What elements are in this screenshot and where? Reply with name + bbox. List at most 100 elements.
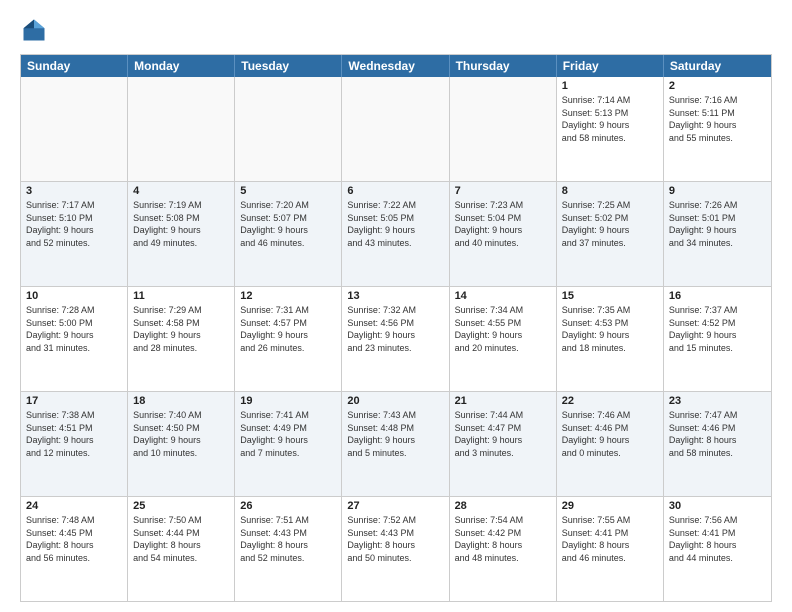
day-number: 11 <box>133 290 229 302</box>
header-day-wednesday: Wednesday <box>342 55 449 77</box>
header-day-monday: Monday <box>128 55 235 77</box>
calendar-cell-3-3: 12 Sunrise: 7:31 AM Sunset: 4:57 PM Dayli… <box>235 287 342 391</box>
day-number: 24 <box>26 500 122 512</box>
day-info: Sunrise: 7:40 AM Sunset: 4:50 PM Dayligh… <box>133 409 229 459</box>
day-number: 7 <box>455 185 551 197</box>
calendar-row-5: 24 Sunrise: 7:48 AM Sunset: 4:45 PM Dayli… <box>21 496 771 601</box>
day-info: Sunrise: 7:50 AM Sunset: 4:44 PM Dayligh… <box>133 514 229 564</box>
header-day-friday: Friday <box>557 55 664 77</box>
header-day-tuesday: Tuesday <box>235 55 342 77</box>
day-number: 14 <box>455 290 551 302</box>
day-number: 4 <box>133 185 229 197</box>
day-number: 30 <box>669 500 766 512</box>
day-info: Sunrise: 7:16 AM Sunset: 5:11 PM Dayligh… <box>669 94 766 144</box>
day-number: 5 <box>240 185 336 197</box>
calendar-cell-1-1 <box>21 77 128 181</box>
calendar-cell-3-4: 13Sunrise: 7:32 AM Sunset: 4:56 PM Dayli… <box>342 287 449 391</box>
day-number: 9 <box>669 185 766 197</box>
day-info: Sunrise: 7:20 AM Sunset: 5:07 PM Dayligh… <box>240 199 336 249</box>
calendar-cell-5-2: 25Sunrise: 7:50 AM Sunset: 4:44 PM Dayli… <box>128 497 235 601</box>
day-info: Sunrise: 7:31 AM Sunset: 4:57 PM Dayligh… <box>240 304 336 354</box>
calendar-row-1: 1 Sunrise: 7:14 AM Sunset: 5:13 PM Daylig… <box>21 77 771 181</box>
day-info: Sunrise: 7:44 AM Sunset: 4:47 PM Dayligh… <box>455 409 551 459</box>
calendar-cell-4-7: 23 Sunrise: 7:47 AM Sunset: 4:46 PM Dayli… <box>664 392 771 496</box>
calendar-cell-1-5 <box>450 77 557 181</box>
calendar-cell-4-5: 21 Sunrise: 7:44 AM Sunset: 4:47 PM Dayli… <box>450 392 557 496</box>
day-info: Sunrise: 7:55 AM Sunset: 4:41 PM Dayligh… <box>562 514 658 564</box>
calendar-cell-5-6: 29 Sunrise: 7:55 AM Sunset: 4:41 PM Dayli… <box>557 497 664 601</box>
calendar-cell-3-6: 15 Sunrise: 7:35 AM Sunset: 4:53 PM Dayli… <box>557 287 664 391</box>
calendar-cell-4-1: 17 Sunrise: 7:38 AM Sunset: 4:51 PM Dayli… <box>21 392 128 496</box>
day-info: Sunrise: 7:48 AM Sunset: 4:45 PM Dayligh… <box>26 514 122 564</box>
day-info: Sunrise: 7:29 AM Sunset: 4:58 PM Dayligh… <box>133 304 229 354</box>
header-day-sunday: Sunday <box>21 55 128 77</box>
calendar-cell-5-5: 28Sunrise: 7:54 AM Sunset: 4:42 PM Dayli… <box>450 497 557 601</box>
calendar-cell-2-4: 6Sunrise: 7:22 AM Sunset: 5:05 PM Daylig… <box>342 182 449 286</box>
logo-icon <box>20 16 48 44</box>
calendar-cell-2-3: 5 Sunrise: 7:20 AM Sunset: 5:07 PM Daylig… <box>235 182 342 286</box>
day-number: 12 <box>240 290 336 302</box>
page: SundayMondayTuesdayWednesdayThursdayFrid… <box>0 0 792 612</box>
calendar-cell-2-5: 7 Sunrise: 7:23 AM Sunset: 5:04 PM Daylig… <box>450 182 557 286</box>
day-number: 10 <box>26 290 122 302</box>
day-info: Sunrise: 7:54 AM Sunset: 4:42 PM Dayligh… <box>455 514 551 564</box>
calendar-cell-4-2: 18 Sunrise: 7:40 AM Sunset: 4:50 PM Dayli… <box>128 392 235 496</box>
day-info: Sunrise: 7:26 AM Sunset: 5:01 PM Dayligh… <box>669 199 766 249</box>
calendar-cell-3-5: 14 Sunrise: 7:34 AM Sunset: 4:55 PM Dayli… <box>450 287 557 391</box>
calendar-row-2: 3 Sunrise: 7:17 AM Sunset: 5:10 PM Daylig… <box>21 181 771 286</box>
day-info: Sunrise: 7:52 AM Sunset: 4:43 PM Dayligh… <box>347 514 443 564</box>
day-info: Sunrise: 7:14 AM Sunset: 5:13 PM Dayligh… <box>562 94 658 144</box>
calendar-cell-3-2: 11 Sunrise: 7:29 AM Sunset: 4:58 PM Dayli… <box>128 287 235 391</box>
calendar-cell-2-1: 3 Sunrise: 7:17 AM Sunset: 5:10 PM Daylig… <box>21 182 128 286</box>
day-info: Sunrise: 7:43 AM Sunset: 4:48 PM Dayligh… <box>347 409 443 459</box>
calendar-cell-4-6: 22 Sunrise: 7:46 AM Sunset: 4:46 PM Dayli… <box>557 392 664 496</box>
calendar-cell-5-3: 26 Sunrise: 7:51 AM Sunset: 4:43 PM Dayli… <box>235 497 342 601</box>
day-number: 3 <box>26 185 122 197</box>
day-number: 6 <box>347 185 443 197</box>
calendar-cell-3-7: 16 Sunrise: 7:37 AM Sunset: 4:52 PM Dayli… <box>664 287 771 391</box>
day-info: Sunrise: 7:38 AM Sunset: 4:51 PM Dayligh… <box>26 409 122 459</box>
calendar-cell-2-2: 4Sunrise: 7:19 AM Sunset: 5:08 PM Daylig… <box>128 182 235 286</box>
day-info: Sunrise: 7:34 AM Sunset: 4:55 PM Dayligh… <box>455 304 551 354</box>
day-number: 13 <box>347 290 443 302</box>
day-number: 26 <box>240 500 336 512</box>
day-number: 17 <box>26 395 122 407</box>
day-number: 16 <box>669 290 766 302</box>
day-number: 23 <box>669 395 766 407</box>
day-number: 22 <box>562 395 658 407</box>
calendar-row-3: 10 Sunrise: 7:28 AM Sunset: 5:00 PM Dayli… <box>21 286 771 391</box>
calendar-cell-4-4: 20 Sunrise: 7:43 AM Sunset: 4:48 PM Dayli… <box>342 392 449 496</box>
logo <box>20 16 52 44</box>
calendar-cell-5-7: 30Sunrise: 7:56 AM Sunset: 4:41 PM Dayli… <box>664 497 771 601</box>
calendar-header: SundayMondayTuesdayWednesdayThursdayFrid… <box>21 55 771 77</box>
calendar-cell-1-4 <box>342 77 449 181</box>
calendar-cell-1-7: 2 Sunrise: 7:16 AM Sunset: 5:11 PM Daylig… <box>664 77 771 181</box>
day-number: 21 <box>455 395 551 407</box>
day-info: Sunrise: 7:51 AM Sunset: 4:43 PM Dayligh… <box>240 514 336 564</box>
day-info: Sunrise: 7:46 AM Sunset: 4:46 PM Dayligh… <box>562 409 658 459</box>
day-info: Sunrise: 7:35 AM Sunset: 4:53 PM Dayligh… <box>562 304 658 354</box>
day-info: Sunrise: 7:47 AM Sunset: 4:46 PM Dayligh… <box>669 409 766 459</box>
day-number: 15 <box>562 290 658 302</box>
calendar-body: 1 Sunrise: 7:14 AM Sunset: 5:13 PM Daylig… <box>21 77 771 601</box>
day-number: 27 <box>347 500 443 512</box>
header-day-thursday: Thursday <box>450 55 557 77</box>
calendar-cell-5-1: 24 Sunrise: 7:48 AM Sunset: 4:45 PM Dayli… <box>21 497 128 601</box>
calendar-cell-1-3 <box>235 77 342 181</box>
day-info: Sunrise: 7:28 AM Sunset: 5:00 PM Dayligh… <box>26 304 122 354</box>
day-number: 2 <box>669 80 766 92</box>
day-number: 20 <box>347 395 443 407</box>
day-number: 18 <box>133 395 229 407</box>
day-number: 29 <box>562 500 658 512</box>
day-number: 19 <box>240 395 336 407</box>
day-number: 1 <box>562 80 658 92</box>
day-info: Sunrise: 7:25 AM Sunset: 5:02 PM Dayligh… <box>562 199 658 249</box>
calendar-cell-3-1: 10 Sunrise: 7:28 AM Sunset: 5:00 PM Dayli… <box>21 287 128 391</box>
day-info: Sunrise: 7:23 AM Sunset: 5:04 PM Dayligh… <box>455 199 551 249</box>
header <box>20 16 772 44</box>
day-info: Sunrise: 7:37 AM Sunset: 4:52 PM Dayligh… <box>669 304 766 354</box>
day-info: Sunrise: 7:17 AM Sunset: 5:10 PM Dayligh… <box>26 199 122 249</box>
calendar-cell-1-6: 1 Sunrise: 7:14 AM Sunset: 5:13 PM Daylig… <box>557 77 664 181</box>
calendar-row-4: 17 Sunrise: 7:38 AM Sunset: 4:51 PM Dayli… <box>21 391 771 496</box>
header-day-saturday: Saturday <box>664 55 771 77</box>
